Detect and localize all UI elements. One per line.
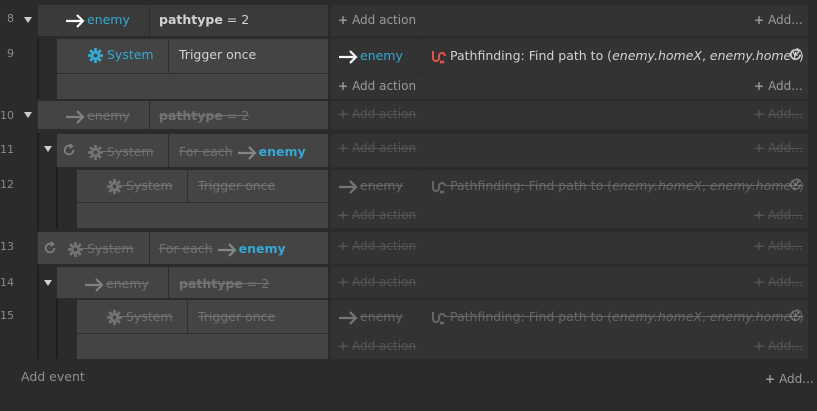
right-arrow-icon	[85, 277, 104, 292]
action-text[interactable]: Pathfinding: Find path to (enemy.homeX, …	[430, 177, 804, 195]
separator	[418, 39, 419, 73]
event-indent-line	[56, 299, 58, 359]
event-indent-line	[37, 37, 39, 99]
condition-object[interactable]: enemy	[65, 107, 130, 125]
condition-text[interactable]: pathtype = 2	[159, 107, 249, 125]
condition-text[interactable]: Trigger once	[198, 177, 275, 195]
add-more-button[interactable]: + Add...	[754, 139, 803, 157]
separator	[168, 134, 169, 167]
gear-icon	[68, 242, 83, 257]
add-action-button[interactable]: + Add action	[338, 273, 416, 291]
refresh-icon[interactable]	[788, 177, 803, 195]
condition-text[interactable]: Trigger once	[179, 46, 256, 64]
divider	[77, 333, 328, 334]
gear-icon	[107, 310, 122, 325]
action-object[interactable]: enemy	[338, 308, 403, 326]
separator	[418, 300, 419, 333]
separator	[187, 300, 188, 333]
line-number: 9	[7, 47, 14, 60]
line-number: 8	[7, 12, 14, 25]
collapse-triangle-icon[interactable]	[24, 112, 32, 118]
collapse-triangle-icon[interactable]	[44, 280, 52, 286]
pathfinding-icon	[432, 180, 446, 194]
system-condition[interactable]: System	[107, 177, 173, 195]
add-more-button[interactable]: + Add...	[754, 77, 803, 95]
add-action-button[interactable]: + Add action	[338, 337, 416, 355]
pathfinding-icon	[432, 50, 446, 64]
action-text[interactable]: Pathfinding: Find path to (enemy.homeX, …	[430, 308, 804, 326]
condition-text[interactable]: For each enemy	[179, 143, 306, 161]
add-more-button[interactable]: + Add...	[754, 105, 803, 123]
add-action-button[interactable]: + Add action	[338, 11, 416, 29]
separator	[149, 232, 150, 264]
add-action-button[interactable]: + Add action	[338, 139, 416, 157]
event-indent-line	[37, 133, 39, 231]
add-more-button[interactable]: + Add...	[754, 237, 803, 255]
line-number: 10	[0, 109, 14, 122]
add-action-button[interactable]: + Add action	[338, 206, 416, 224]
add-more-button[interactable]: + Add...	[754, 206, 803, 224]
line-number: 14	[0, 276, 14, 289]
condition-object[interactable]: enemy	[65, 11, 130, 29]
system-condition[interactable]: System	[88, 46, 154, 64]
divider	[77, 202, 328, 203]
condition-text[interactable]: Trigger once	[198, 308, 275, 326]
add-action-button[interactable]: + Add action	[338, 105, 416, 123]
gear-icon	[88, 145, 103, 160]
gear-icon	[107, 179, 122, 194]
separator	[168, 39, 169, 73]
system-condition[interactable]: System	[88, 143, 154, 161]
loop-icon	[62, 143, 76, 160]
action-object[interactable]: enemy	[338, 47, 403, 65]
separator	[149, 101, 150, 129]
system-condition[interactable]: System	[107, 308, 173, 326]
line-number: 11	[0, 143, 14, 156]
add-more-button[interactable]: + Add...	[754, 11, 803, 29]
divider	[57, 73, 328, 74]
separator	[187, 170, 188, 202]
gear-icon	[88, 48, 103, 63]
line-number: 13	[0, 240, 14, 253]
add-more-button[interactable]: + Add...	[754, 337, 803, 355]
pathfinding-icon	[432, 311, 446, 325]
separator	[149, 5, 150, 36]
right-arrow-icon	[217, 242, 237, 257]
right-arrow-icon	[339, 179, 358, 194]
condition-text[interactable]: pathtype = 2	[159, 11, 249, 29]
loop-icon	[43, 241, 57, 258]
collapse-triangle-icon[interactable]	[24, 17, 32, 23]
right-arrow-icon	[66, 109, 85, 124]
separator	[418, 170, 419, 202]
add-action-button[interactable]: + Add action	[338, 77, 416, 95]
refresh-icon[interactable]	[788, 308, 803, 326]
line-number: 15	[0, 309, 14, 322]
divider	[331, 333, 808, 334]
right-arrow-icon	[339, 49, 358, 64]
action-text[interactable]: Pathfinding: Find path to (enemy.homeX, …	[430, 47, 804, 65]
add-bottom-button[interactable]: + Add...	[765, 370, 814, 388]
divider	[331, 202, 808, 203]
add-more-button[interactable]: + Add...	[754, 273, 803, 291]
right-arrow-icon	[237, 145, 257, 160]
event-indent-line	[37, 265, 39, 359]
condition-text[interactable]: pathtype = 2	[179, 275, 269, 293]
line-number: 12	[0, 178, 14, 191]
add-action-button[interactable]: + Add action	[338, 237, 416, 255]
collapse-triangle-icon[interactable]	[44, 146, 52, 152]
condition-object[interactable]: enemy	[84, 275, 149, 293]
right-arrow-icon	[66, 13, 85, 28]
action-object[interactable]: enemy	[338, 177, 403, 195]
system-condition[interactable]: System	[68, 240, 134, 258]
refresh-icon[interactable]	[788, 47, 803, 65]
condition-text[interactable]: For each enemy	[159, 240, 286, 258]
add-event-button[interactable]: Add event	[21, 368, 85, 386]
event-indent-line	[56, 167, 58, 229]
separator	[168, 267, 169, 298]
divider	[331, 73, 808, 74]
right-arrow-icon	[339, 310, 358, 325]
